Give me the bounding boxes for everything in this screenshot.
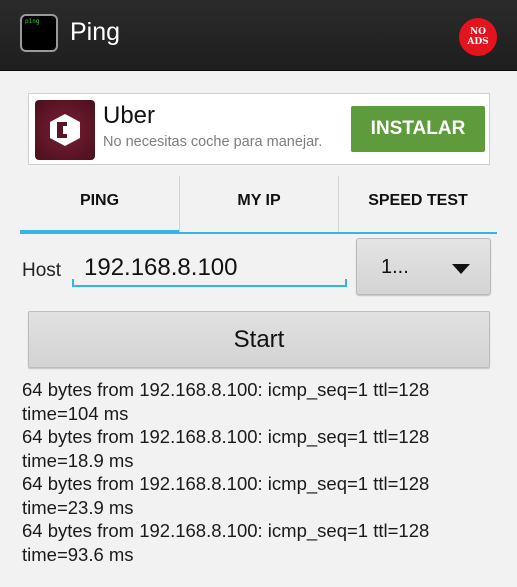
no-ads-button[interactable]: NO ADS: [459, 18, 497, 56]
ad-banner[interactable]: Uber No necesitas coche para manejar. IN…: [28, 93, 490, 165]
output-line: 64 bytes from 192.168.8.100: icmp_seq=1 …: [22, 473, 430, 494]
output-line: 64 bytes from 192.168.8.100: icmp_seq=1 …: [22, 520, 430, 541]
uber-logo-icon: [35, 100, 95, 160]
output-line: time=104 ms: [22, 402, 129, 424]
output-line: 64 bytes from 192.168.8.100: icmp_seq=1 …: [22, 379, 430, 400]
app-title: Ping: [70, 18, 121, 46]
ping-output: 64 bytes from 192.168.8.100: icmp_seq=1 …: [22, 378, 502, 566]
output-line: time=18.9 ms: [22, 449, 134, 471]
ad-app-name: Uber: [103, 102, 156, 129]
ad-install-button[interactable]: INSTALAR: [351, 106, 485, 152]
host-label: Host: [22, 260, 62, 281]
output-line: time=93.6 ms: [22, 543, 134, 565]
host-input-underline: [72, 279, 347, 287]
output-line: 64 bytes from 192.168.8.100: icmp_seq=1 …: [22, 426, 430, 447]
start-button[interactable]: Start: [28, 311, 490, 368]
tab-selected-indicator: [20, 230, 179, 234]
app-icon-text: ping: [25, 18, 40, 25]
tab-ping[interactable]: PING: [20, 176, 179, 234]
no-ads-line2: ADS: [467, 37, 489, 47]
tab-bar: PING MY IP SPEED TEST: [20, 176, 497, 234]
tab-speed-test[interactable]: SPEED TEST: [339, 176, 497, 234]
ad-subtitle: No necesitas coche para manejar.: [103, 134, 323, 150]
terminal-app-icon[interactable]: ping: [20, 14, 58, 52]
output-line: time=23.9 ms: [22, 496, 134, 518]
tab-my-ip[interactable]: MY IP: [180, 176, 338, 234]
no-ads-line1: NO: [469, 27, 487, 37]
app-bar: ping Ping NO ADS: [0, 0, 517, 71]
host-input[interactable]: [72, 248, 347, 288]
ping-count-value: 1...: [381, 256, 409, 278]
dropdown-arrow-icon: [452, 264, 470, 274]
ping-count-dropdown[interactable]: 1...: [356, 238, 491, 295]
